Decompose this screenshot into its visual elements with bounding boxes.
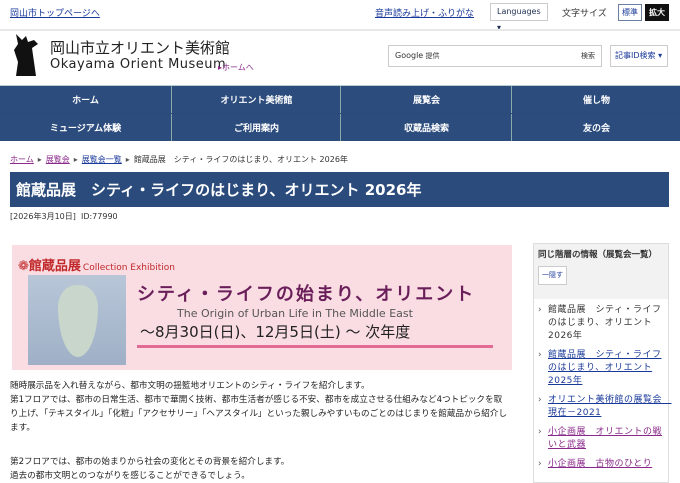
banner-subtitle: The Origin of Urban Life in The Middle E… [177,307,413,320]
nav-guide[interactable]: ご利用案内 [173,114,341,141]
nav-friends[interactable]: 友の会 [513,114,680,141]
description: 随時展示品を入れ替えながら、都市文明の揺籃地オリエントのシティ・ライフを紹介しま… [10,381,508,481]
search-input[interactable]: Google 提供 検索 [388,45,602,67]
vase-image [28,275,126,365]
sidebar-item[interactable]: オリエント美術館の展覧会 現在－2021 [538,394,671,420]
nav-home[interactable]: ホーム [0,86,172,113]
hide-button[interactable]: 一隠す [538,266,567,285]
search-button[interactable]: 検索 [581,51,595,61]
languages-label: Languages [497,7,541,16]
voice-reading-link[interactable]: 音声読み上げ・ふりがな [375,6,474,19]
languages-dropdown[interactable]: Languages ▾ [490,3,548,32]
nav-events[interactable]: 催し物 [513,86,680,113]
breadcrumb-current: 館蔵品展 シティ・ライフのはじまり、オリエント 2026年 [133,155,348,164]
sidebar-related: 同じ階層の情報（展覧会一覧） 一隠す 館蔵品展 シティ・ライフのはじまり、オリエン… [533,243,671,483]
city-top-link[interactable]: 岡山市トップページへ [10,6,100,19]
sidebar-item: 館蔵品展 シティ・ライフのはじまり、オリエント 2026年 [538,304,664,343]
breadcrumb-exhibitions[interactable]: 展覧会 [46,155,70,164]
publish-info: [2026年3月10日] ID:77990 [10,212,118,221]
breadcrumb-home[interactable]: ホーム [10,155,34,164]
museum-title-en: Okayama Orient Museum [50,57,227,72]
font-standard-button[interactable]: 標準 [618,4,642,21]
nav-museum-experience[interactable]: ミュージアム体験 [0,114,172,141]
exhibition-banner: ❁館蔵品展 Collection Exhibition シティ・ライフの始まり、オ… [12,245,512,370]
main-nav: ホーム オリエント美術館 展覧会 催し物 ミュージアム体験 ご利用案内 収蔵品検… [0,85,680,141]
google-label: Google [395,51,424,60]
banner-label: ❁館蔵品展 Collection Exhibition [18,259,175,274]
sidebar-item[interactable]: 小企画展 オリエントの戦いと武器 [538,426,664,452]
id-search-dropdown[interactable]: 記事ID検索 ▾ [610,45,668,67]
banner-underline [137,345,493,348]
sidebar-item[interactable]: 小企画展 古物のひとり [538,458,664,471]
sidebar-item[interactable]: 館蔵品展 シティ・ライフのはじまり、オリエント 2025年 [538,349,664,388]
breadcrumb-exhibition-list[interactable]: 展覧会一覧 [82,155,122,164]
banner-title: シティ・ライフの始まり、オリエント [137,284,476,305]
breadcrumb: ホーム ▸ 展覧会 ▸ 展覧会一覧 ▸ 館蔵品展 シティ・ライフのはじまり、オリエント 20… [10,155,348,164]
museum-logo-icon [14,34,38,76]
divider [0,29,680,31]
nav-collection-search[interactable]: 収蔵品検索 [342,114,512,141]
page-title: 館蔵品展 シティ・ライフのはじまり、オリエント 2026年 [10,172,669,207]
sidebar-heading: 同じ階層の情報（展覧会一覧） [538,250,658,260]
banner-dates: ～8月30日(日)、12月5日(土) ～ 次年度 [140,323,411,341]
home-link[interactable]: ▸ホームへ [218,62,254,73]
font-enlarge-button[interactable]: 拡大 [645,4,669,21]
museum-title-jp: 岡山市立オリエント美術館 [50,39,231,57]
nav-exhibitions[interactable]: 展覧会 [342,86,512,113]
nav-orient-museum[interactable]: オリエント美術館 [173,86,341,113]
font-size-label: 文字サイズ [562,9,607,19]
